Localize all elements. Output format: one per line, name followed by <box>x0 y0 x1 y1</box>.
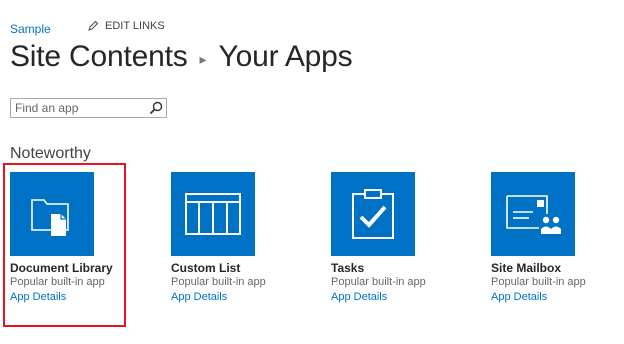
breadcrumb-parent[interactable]: Site Contents <box>10 40 188 74</box>
app-details-link[interactable]: App Details <box>331 289 471 305</box>
app-description: Popular built-in app <box>171 276 266 288</box>
app-name[interactable]: Custom List <box>171 261 311 275</box>
breadcrumb-current: Your Apps <box>218 40 353 73</box>
search-input[interactable] <box>11 99 157 117</box>
tasks-icon <box>352 189 394 239</box>
site-link[interactable]: Sample <box>10 22 51 36</box>
search-icon[interactable] <box>149 101 163 115</box>
breadcrumb-separator-icon: ▸ <box>199 50 207 67</box>
app-name[interactable]: Site Mailbox <box>491 261 624 275</box>
custom-list-icon <box>185 193 241 235</box>
find-app-search-box <box>10 98 167 118</box>
app-description: Popular built-in app <box>491 276 586 288</box>
highlight-annotation <box>3 163 126 327</box>
site-mailbox-icon <box>506 195 561 234</box>
app-tile-image[interactable] <box>331 172 415 256</box>
app-name[interactable]: Tasks <box>331 261 471 275</box>
edit-links-label: EDIT LINKS <box>105 20 165 32</box>
app-tile-site-mailbox: Site Mailbox Popular built-in app App De… <box>491 172 624 305</box>
app-tile-image[interactable] <box>171 172 255 256</box>
app-details-link[interactable]: App Details <box>491 289 624 305</box>
top-links-bar: Sample <box>10 20 51 38</box>
app-tile-custom-list: Custom List Popular built-in app App Det… <box>171 172 311 305</box>
app-tile-tasks: Tasks Popular built-in app App Details <box>331 172 471 305</box>
app-description: Popular built-in app <box>331 276 426 288</box>
app-details-link[interactable]: App Details <box>171 289 311 305</box>
app-tile-image[interactable] <box>491 172 575 256</box>
page-title: Site Contents ▸ Your Apps <box>10 40 353 74</box>
pencil-icon <box>88 20 99 31</box>
edit-links-button[interactable]: EDIT LINKS <box>87 20 165 32</box>
section-heading: Noteworthy <box>10 145 91 162</box>
